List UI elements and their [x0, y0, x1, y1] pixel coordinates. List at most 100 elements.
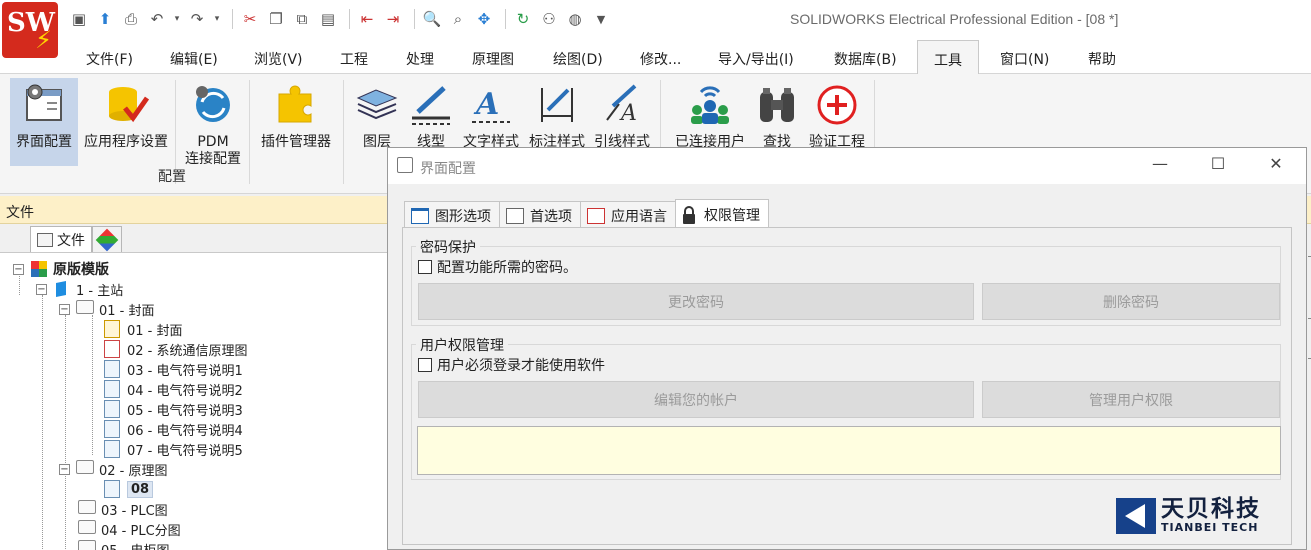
- close-icon[interactable]: ✕: [1264, 154, 1288, 178]
- binoculars-icon: [754, 82, 800, 128]
- menu-window[interactable]: 窗口(N): [1000, 49, 1049, 69]
- layers-icon: [354, 82, 400, 128]
- tree-item[interactable]: 07 - 电气符号说明5: [104, 439, 243, 459]
- files-tab[interactable]: 文件: [30, 226, 92, 252]
- tree-item[interactable]: 04 - 电气符号说明2: [104, 379, 243, 399]
- interface-config-button[interactable]: 界面配置: [10, 78, 78, 166]
- open-icon[interactable]: ⬆: [94, 8, 116, 30]
- menu-process[interactable]: 处理: [406, 49, 434, 69]
- next-page-icon[interactable]: ⇥: [382, 8, 404, 30]
- tree-station-label: 1 - 主站: [76, 283, 124, 299]
- menu-database[interactable]: 数据库(B): [834, 49, 897, 69]
- dialog-settings-icon: [397, 157, 413, 173]
- brand-watermark: 天贝科技 TIANBEI TECH: [1116, 496, 1261, 534]
- tree-item[interactable]: 06 - 电气符号说明4: [104, 419, 243, 439]
- menu-modify[interactable]: 修改...: [640, 49, 681, 69]
- menu-edit[interactable]: 编辑(E): [170, 49, 218, 69]
- dialog-title-bar[interactable]: 界面配置 — ☐ ✕: [388, 148, 1306, 184]
- minimize-icon[interactable]: —: [1148, 154, 1172, 178]
- quick-access-toolbar: ▣ ⬆ ⎙ ↶ ▾ ↷ ▾ ✂ ❐ ⧉ ▤ ⇤ ⇥ 🔍 ⌕ ✥ ↻ ⚇ ◍ ▼: [68, 8, 616, 30]
- copy-icon[interactable]: ❐: [265, 8, 287, 30]
- app-logo[interactable]: SW ⚡: [2, 2, 58, 58]
- tree-root[interactable]: − 原版模版: [13, 259, 109, 279]
- new-document-icon[interactable]: ▣: [68, 8, 90, 30]
- menu-view[interactable]: 浏览(V): [254, 49, 303, 69]
- cut-icon[interactable]: ✂: [239, 8, 261, 30]
- menu-draw[interactable]: 绘图(D): [553, 49, 603, 69]
- checkbox-box[interactable]: [418, 260, 432, 274]
- tree-item-selected[interactable]: 08: [104, 479, 154, 499]
- pan-icon[interactable]: ✥: [473, 8, 495, 30]
- tree-item-label: 06 - 电气符号说明4: [127, 423, 243, 439]
- tree-folder-schematic[interactable]: − 02 - 原理图: [59, 459, 168, 479]
- menu-import-export[interactable]: 导入/导出(I): [718, 49, 794, 69]
- password-checkbox[interactable]: 配置功能所需的密码。: [418, 257, 577, 277]
- previous-page-icon[interactable]: ⇤: [356, 8, 378, 30]
- tab-language[interactable]: 应用语言: [580, 201, 676, 227]
- tree-guide-line: [65, 315, 66, 550]
- tree-item[interactable]: 02 - 系统通信原理图: [104, 339, 248, 359]
- redo-dropdown-icon[interactable]: ▾: [212, 8, 222, 30]
- tree-item-label: 03 - 电气符号说明1: [127, 363, 243, 379]
- menu-help[interactable]: 帮助: [1088, 49, 1116, 69]
- text-style-icon: A: [468, 82, 514, 128]
- redo-icon[interactable]: ↷: [186, 8, 208, 30]
- ribbon-separator: [249, 80, 250, 184]
- interface-config-icon: [21, 82, 67, 128]
- ribbon-separator: [343, 80, 344, 184]
- brand-logo-icon: [1116, 497, 1156, 534]
- tree-item[interactable]: 03 - 电气符号说明1: [104, 359, 243, 379]
- tab-permissions[interactable]: 权限管理: [675, 199, 769, 227]
- tab-preferences[interactable]: 首选项: [499, 201, 581, 227]
- maximize-icon[interactable]: ☐: [1206, 154, 1230, 178]
- collapse-icon[interactable]: −: [36, 283, 47, 295]
- tree-folder-cabinet[interactable]: 05 - 电柜图: [78, 539, 170, 550]
- collapse-icon[interactable]: −: [59, 463, 70, 475]
- checkbox-box[interactable]: [418, 358, 432, 372]
- menu-file[interactable]: 文件(F): [86, 49, 133, 69]
- zoom-window-icon[interactable]: ⌕: [447, 8, 469, 30]
- dialog-tabs: 图形选项 首选项 应用语言 权限管理: [404, 199, 769, 227]
- tree-item-label: 05 - 电气符号说明3: [127, 403, 243, 419]
- tab-label: 权限管理: [704, 208, 760, 224]
- tree-folder-cover[interactable]: − 01 - 封面: [59, 299, 155, 319]
- app-settings-button[interactable]: 应用程序设置: [80, 78, 172, 166]
- undo-dropdown-icon[interactable]: ▾: [172, 8, 182, 30]
- customize-toolbar-icon[interactable]: ▼: [590, 8, 612, 30]
- change-password-button[interactable]: 更改密码: [418, 283, 974, 320]
- zoom-icon[interactable]: 🔍: [421, 8, 443, 30]
- menu-project[interactable]: 工程: [340, 49, 368, 69]
- tree-folder-plc[interactable]: 03 - PLC图: [78, 499, 168, 519]
- menu-schematic[interactable]: 原理图: [472, 49, 514, 69]
- collapse-icon[interactable]: −: [59, 303, 70, 315]
- binoculars-icon[interactable]: ⚇: [538, 8, 560, 30]
- manage-user-rights-button[interactable]: 管理用户权限: [982, 381, 1280, 418]
- pdm-connection-button[interactable]: PDM 连接配置: [180, 78, 246, 167]
- collapse-icon[interactable]: −: [13, 263, 24, 275]
- delete-password-button[interactable]: 删除密码: [982, 283, 1280, 320]
- tree-station[interactable]: − 1 - 主站: [36, 279, 123, 299]
- pdm-sync-icon: [190, 82, 236, 128]
- tab-graphics-options[interactable]: 图形选项: [404, 201, 500, 227]
- line-type-icon: [408, 82, 454, 128]
- leader-style-icon: A: [599, 82, 645, 128]
- paste-icon[interactable]: ▤: [317, 8, 339, 30]
- components-tab[interactable]: [92, 226, 122, 252]
- refresh-icon[interactable]: ↻: [512, 8, 534, 30]
- undo-icon[interactable]: ↶: [146, 8, 168, 30]
- panel-header-title: 文件: [6, 205, 34, 221]
- copy-format-icon[interactable]: ⧉: [291, 8, 313, 30]
- user-rights-group-label: 用户权限管理: [416, 335, 508, 355]
- print-icon[interactable]: ⎙: [120, 8, 142, 30]
- folder-icon: [78, 540, 96, 550]
- tree-item[interactable]: 05 - 电气符号说明3: [104, 399, 243, 419]
- tree-item[interactable]: 01 - 封面: [104, 319, 183, 339]
- menu-tools[interactable]: 工具: [917, 40, 979, 75]
- bulb-icon[interactable]: ◍: [564, 8, 586, 30]
- plugin-manager-button[interactable]: 插件管理器: [254, 78, 338, 166]
- book-icon: [53, 280, 71, 298]
- edit-account-button[interactable]: 编辑您的帐户: [418, 381, 974, 418]
- language-icon: [587, 208, 605, 224]
- tree-folder-plc-sub[interactable]: 04 - PLC分图: [78, 519, 181, 539]
- require-login-checkbox[interactable]: 用户必须登录才能使用软件: [418, 355, 605, 375]
